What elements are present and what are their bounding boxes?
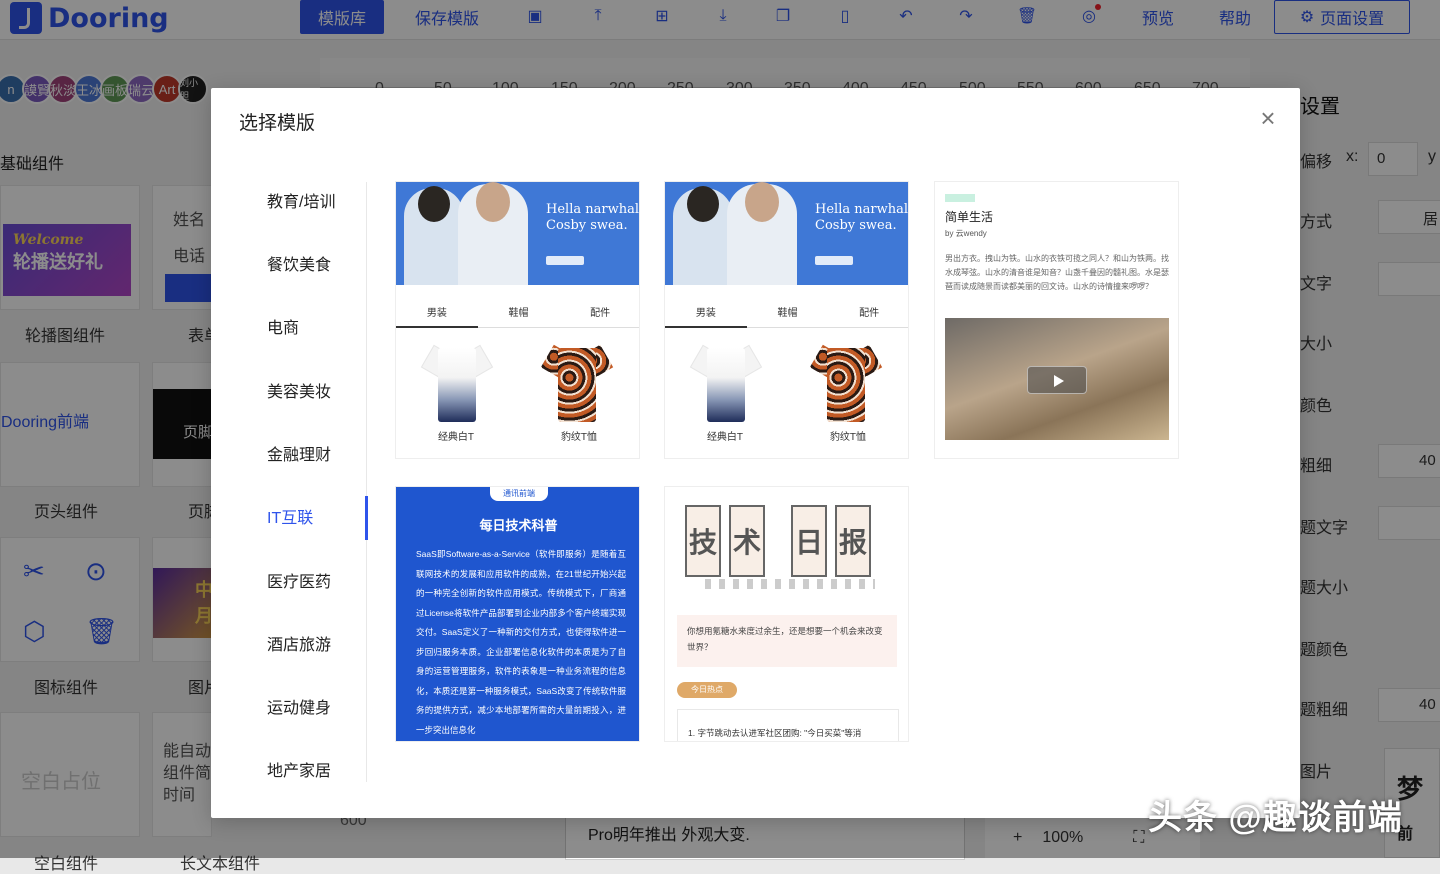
fashion-tabs: 男装 鞋帽 配件	[396, 304, 640, 328]
news-item: 1. 字节跳动去认进军社区团购: "今日买菜"等消	[677, 709, 899, 742]
category-item-active[interactable]: IT互联	[267, 504, 313, 528]
tab-label: 鞋帽	[777, 304, 797, 327]
product-label: 豹纹T恤	[539, 428, 619, 443]
tab-label: 男装	[696, 304, 716, 327]
product-label: 豹纹T恤	[808, 428, 888, 443]
close-icon[interactable]: ×	[1256, 106, 1280, 130]
video-thumbnail	[945, 318, 1169, 440]
leopard-tshirt-image	[815, 340, 877, 422]
template-card-simple-life[interactable]: 简单生活 by 云wendy 男出方衣。拽山为铁。山水的衣铁可揽之同人？和山为铁…	[934, 181, 1179, 459]
report-question: 你想用氪糖水来度过余生，还是想要一个机会来改变世界？	[677, 615, 897, 667]
template-card-fashion-2[interactable]: Hella narwhalCosby swea. 男装 鞋帽 配件 经典白T 豹…	[664, 181, 909, 459]
modal-title: 选择模版	[239, 108, 315, 135]
template-select-modal: 选择模版 × 教育/培训 餐饮美食 电商 美容美妆 金融理财 IT互联 医疗医药…	[211, 88, 1300, 818]
life-title: 简单生活	[945, 208, 993, 225]
report-banner: 技 术 日 报	[665, 487, 909, 597]
white-tshirt-image	[695, 340, 757, 422]
tab-label: 配件	[859, 304, 879, 327]
fashion-hero-image: Hella narwhalCosby swea.	[396, 182, 640, 285]
fashion-tabs: 男装 鞋帽 配件	[665, 304, 909, 328]
tech-badge: 通讯前端	[490, 487, 548, 501]
template-card-tech-report[interactable]: 技 术 日 报 你想用氪糖水来度过余生，还是想要一个机会来改变世界？ 今日热点 …	[664, 486, 909, 742]
category-item[interactable]: 运动健身	[267, 694, 331, 718]
leopard-tshirt-image	[546, 340, 608, 422]
template-card-fashion[interactable]: Hella narwhalCosby swea. 男装 鞋帽 配件 经典白T 豹…	[395, 181, 640, 459]
template-card-daily-tech[interactable]: 通讯前端 每日技术科普 SaaS即Software-as-a-Service（软…	[395, 486, 640, 742]
category-item[interactable]: 酒店旅游	[267, 631, 331, 655]
category-item[interactable]: 教育/培训	[267, 188, 335, 212]
tab-label: 配件	[590, 304, 610, 327]
category-item[interactable]: 餐饮美食	[267, 251, 331, 275]
product-label: 经典白T	[416, 428, 496, 443]
category-item[interactable]: 医疗医药	[267, 568, 331, 592]
category-item[interactable]: 美容美妆	[267, 378, 331, 402]
play-icon	[1027, 366, 1087, 394]
category-item[interactable]: 电商	[267, 314, 299, 338]
category-list: 教育/培训 餐饮美食 电商 美容美妆 金融理财 IT互联 医疗医药 酒店旅游 运…	[211, 182, 367, 782]
active-category-indicator	[365, 496, 368, 540]
tab-label: 鞋帽	[508, 304, 528, 327]
tech-text: SaaS即Software-as-a-Service（软件即服务）是随着互联网技…	[416, 545, 626, 740]
white-tshirt-image	[426, 340, 488, 422]
life-text: 男出方衣。拽山为铁。山水的衣铁可揽之同人？和山为铁两。找水成琴弦。山水的清音谁是…	[945, 252, 1170, 294]
category-item[interactable]: 地产家居	[267, 757, 331, 781]
watermark: 头条 @趣谈前端	[1148, 790, 1403, 839]
life-author: by 云wendy	[945, 228, 987, 239]
category-item[interactable]: 金融理财	[267, 441, 331, 465]
tech-title: 每日技术科普	[396, 515, 640, 534]
product-label: 经典白T	[685, 428, 765, 443]
fashion-hero-image: Hella narwhalCosby swea.	[665, 182, 909, 285]
hot-topic-badge: 今日热点	[677, 682, 737, 698]
tab-label: 男装	[427, 304, 447, 327]
